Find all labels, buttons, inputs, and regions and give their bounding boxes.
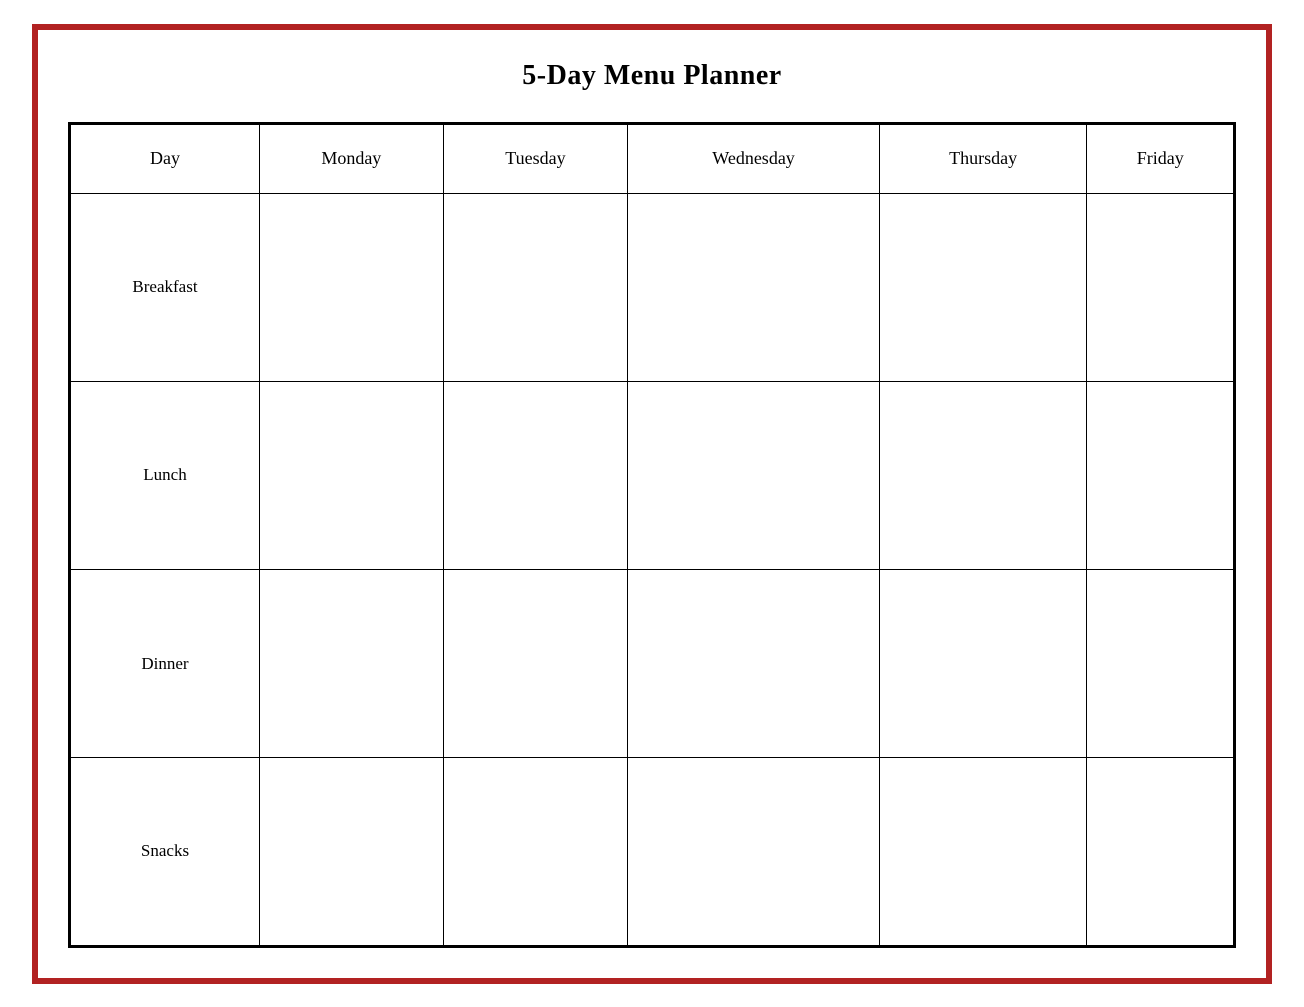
cell-breakfast-monday[interactable] bbox=[260, 193, 444, 381]
cell-breakfast-tuesday[interactable] bbox=[443, 193, 628, 381]
cell-dinner-wednesday[interactable] bbox=[628, 570, 879, 758]
cell-lunch-monday[interactable] bbox=[260, 381, 444, 569]
cell-snacks-tuesday[interactable] bbox=[443, 758, 628, 946]
cell-snacks-monday[interactable] bbox=[260, 758, 444, 946]
meal-label-dinner: Dinner bbox=[70, 570, 260, 758]
cell-dinner-thursday[interactable] bbox=[879, 570, 1087, 758]
page-wrapper: 5-Day Menu Planner Day Monday Tuesday We… bbox=[32, 24, 1272, 984]
col-header-tuesday: Tuesday bbox=[443, 123, 628, 193]
cell-breakfast-thursday[interactable] bbox=[879, 193, 1087, 381]
cell-dinner-friday[interactable] bbox=[1087, 570, 1235, 758]
cell-snacks-wednesday[interactable] bbox=[628, 758, 879, 946]
col-header-wednesday: Wednesday bbox=[628, 123, 879, 193]
meal-label-lunch: Lunch bbox=[70, 381, 260, 569]
row-lunch: Lunch bbox=[70, 381, 1235, 569]
col-header-monday: Monday bbox=[260, 123, 444, 193]
cell-lunch-wednesday[interactable] bbox=[628, 381, 879, 569]
header-row: Day Monday Tuesday Wednesday Thursday Fr… bbox=[70, 123, 1235, 193]
cell-breakfast-friday[interactable] bbox=[1087, 193, 1235, 381]
col-header-thursday: Thursday bbox=[879, 123, 1087, 193]
cell-snacks-thursday[interactable] bbox=[879, 758, 1087, 946]
cell-lunch-friday[interactable] bbox=[1087, 381, 1235, 569]
page-title: 5-Day Menu Planner bbox=[522, 60, 781, 92]
cell-dinner-tuesday[interactable] bbox=[443, 570, 628, 758]
cell-dinner-monday[interactable] bbox=[260, 570, 444, 758]
row-breakfast: Breakfast bbox=[70, 193, 1235, 381]
cell-breakfast-wednesday[interactable] bbox=[628, 193, 879, 381]
planner-table: Day Monday Tuesday Wednesday Thursday Fr… bbox=[68, 122, 1236, 948]
meal-label-snacks: Snacks bbox=[70, 758, 260, 946]
col-header-friday: Friday bbox=[1087, 123, 1235, 193]
cell-snacks-friday[interactable] bbox=[1087, 758, 1235, 946]
row-dinner: Dinner bbox=[70, 570, 1235, 758]
meal-label-breakfast: Breakfast bbox=[70, 193, 260, 381]
cell-lunch-thursday[interactable] bbox=[879, 381, 1087, 569]
col-header-day: Day bbox=[70, 123, 260, 193]
cell-lunch-tuesday[interactable] bbox=[443, 381, 628, 569]
row-snacks: Snacks bbox=[70, 758, 1235, 946]
